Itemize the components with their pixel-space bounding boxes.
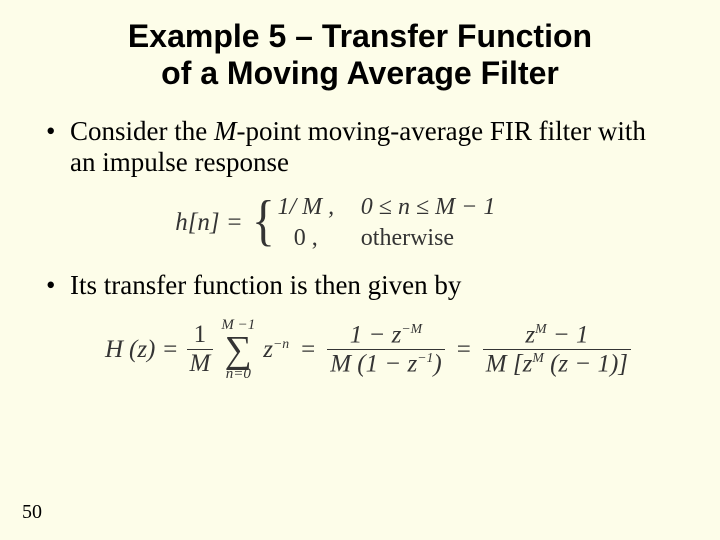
sum-bot: n=0 (226, 367, 251, 382)
title-line-2: of a Moving Average Filter (161, 55, 559, 91)
hz-term-z: z−n (263, 335, 289, 365)
hn-case2-cond: otherwise (361, 224, 561, 252)
bullet-2: Its transfer function is then given by (70, 270, 666, 302)
hz-frac3-den: M [zM (z − 1)] (483, 351, 631, 378)
hz-frac-2: 1 − z−M M (1 − z−1) (327, 322, 444, 378)
bullet-1-text-pre: Consider the (70, 116, 214, 146)
hz-lhs-H: H (105, 335, 123, 365)
hz-frac2-num: 1 − z−M (347, 322, 425, 349)
bullet-1-M: M (214, 116, 237, 146)
hn-case2-val: 0 , (263, 224, 349, 252)
equals-1: = (295, 335, 321, 365)
bullet-1: Consider the M-point moving-average FIR … (70, 116, 666, 180)
slide-body: Consider the M-point moving-average FIR … (0, 92, 720, 382)
hz-frac1-num: 1 (191, 322, 210, 348)
hz-frac2-den: M (1 − z−1) (327, 351, 444, 378)
hn-case1-cond: 0 ≤ n ≤ M − 1 (361, 193, 561, 221)
hz-frac-3: zM − 1 M [zM (z − 1)] (483, 322, 631, 378)
hn-cases: 1/ M , 0 ≤ n ≤ M − 1 0 , otherwise (263, 193, 561, 252)
hn-lhs: h[n] = (175, 208, 243, 238)
equation-hz: H(z) = 1 M M −1 ∑ n=0 z−n = 1 − z−M M (1… (70, 318, 666, 382)
slide-title: Example 5 – Transfer Function of a Movin… (0, 0, 720, 92)
title-line-1: Example 5 – Transfer Function (128, 18, 592, 54)
hn-case1-val: 1/ M , (263, 193, 349, 221)
slide: Example 5 – Transfer Function of a Movin… (0, 0, 720, 540)
hz-lhs-z: (z) = (129, 335, 179, 365)
page-number: 50 (22, 501, 42, 524)
hz-frac1-den: M (187, 351, 214, 377)
bullet-2-text: Its transfer function is then given by (70, 270, 461, 300)
summation-icon: M −1 ∑ n=0 (221, 318, 255, 382)
hz-frac-1: 1 M (187, 322, 214, 378)
hz-frac3-num: zM − 1 (522, 322, 591, 349)
equation-hn: h[n] = { 1/ M , 0 ≤ n ≤ M − 1 0 , otherw… (70, 193, 666, 252)
equals-2: = (451, 335, 477, 365)
